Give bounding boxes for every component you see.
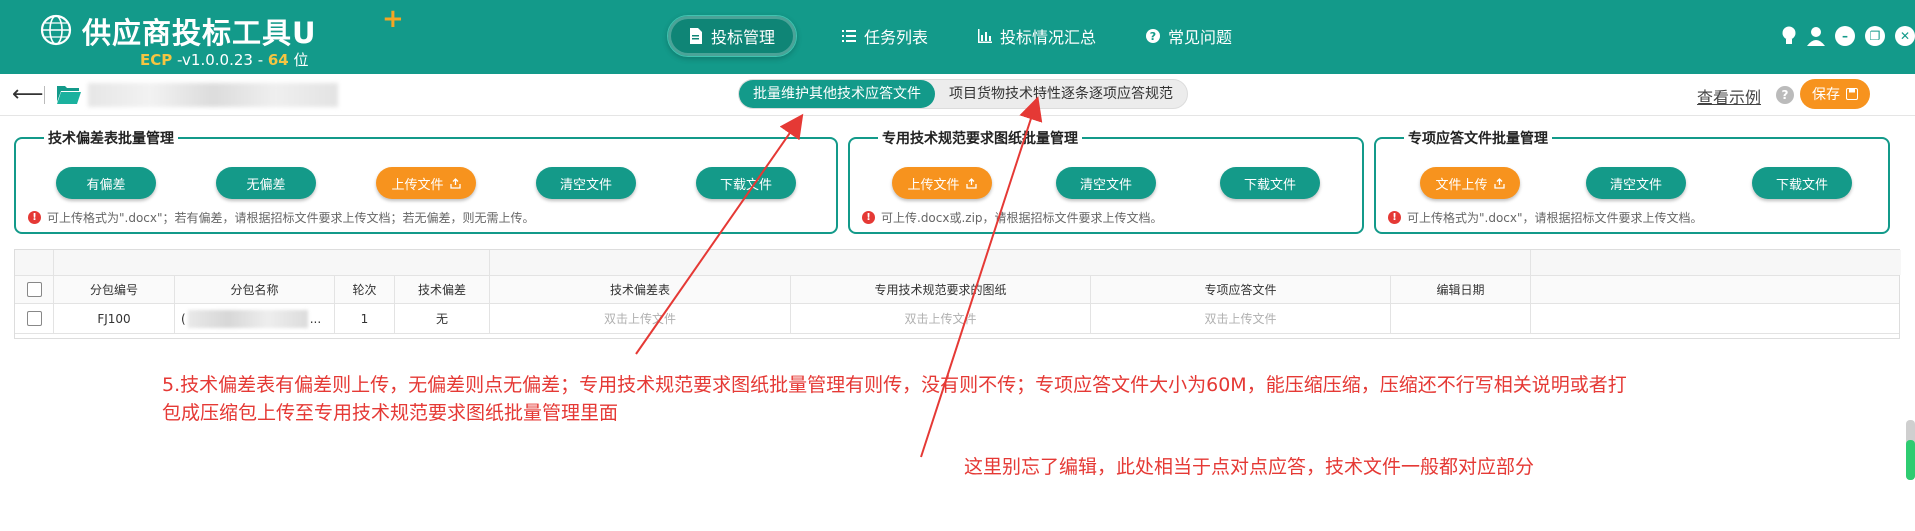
special-response-group: 专项应答文件批量管理 文件上传 清空文件 下载文件 ! 可上传格式为".docx"… <box>1374 128 1890 234</box>
upload-icon <box>965 177 977 189</box>
cell-edit-date <box>1391 304 1531 333</box>
select-all-cell[interactable] <box>15 276 54 303</box>
error-icon: ! <box>28 211 41 224</box>
table-row[interactable]: FJ100 (... 1 无 双击上传文件 双击上传文件 双击上传文件 <box>15 304 1899 334</box>
cell-deviation[interactable]: 无 <box>395 304 490 333</box>
save-button[interactable]: 保存 <box>1800 79 1870 109</box>
main-nav: 投标管理 任务列表 投标情况汇总 ? 常见问题 <box>0 15 1915 57</box>
error-icon: ! <box>1388 211 1401 224</box>
lightbulb-icon[interactable] <box>1781 26 1797 46</box>
folder-open-icon <box>57 86 81 104</box>
cell-special-upload[interactable]: 双击上传文件 <box>1091 304 1391 333</box>
row-select-cell[interactable] <box>15 304 54 333</box>
error-icon: ! <box>862 211 875 224</box>
deviation-table-group: 技术偏差表批量管理 有偏差 无偏差 上传文件 清空文件 下载文件 ! 可上传格式为… <box>14 128 838 234</box>
window-controls: – ❐ ✕ <box>1781 26 1915 46</box>
cell-package-name: (... <box>175 304 335 333</box>
format-hint: ! 可上传.docx或.zip，请根据招标文件要求上传文档。 <box>862 209 1163 226</box>
nav-task-list[interactable]: 任务列表 <box>842 15 928 57</box>
cell-empty <box>1531 304 1901 333</box>
mode-tabs: 批量维护其他技术应答文件 项目货物技术特性逐条逐项应答规范 <box>738 79 1188 109</box>
document-icon <box>689 28 702 44</box>
restore-icon[interactable]: ❐ <box>1865 26 1885 46</box>
row-checkbox[interactable] <box>26 311 42 326</box>
save-icon <box>1846 88 1858 100</box>
nav-bid-management[interactable]: 投标管理 <box>667 15 797 57</box>
header-edit-date: 编辑日期 <box>1391 276 1531 303</box>
header-special-response: 专项应答文件 <box>1091 276 1391 303</box>
header-deviation-table: 技术偏差表 <box>490 276 791 303</box>
divider <box>44 86 45 104</box>
back-arrow-icon[interactable]: ⟵ <box>12 82 44 107</box>
help-icon[interactable]: ? <box>1776 86 1794 104</box>
package-name-redacted <box>187 309 308 328</box>
header-spacer <box>54 250 490 275</box>
clear-files-button[interactable]: 清空文件 <box>1056 167 1156 199</box>
format-hint: ! 可上传格式为".docx"；若有偏差，请根据招标文件要求上传文档；若无偏差，则… <box>28 209 535 226</box>
upload-file-button[interactable]: 上传文件 <box>892 167 992 199</box>
header-round: 轮次 <box>335 276 395 303</box>
nav-bid-summary[interactable]: 投标情况汇总 <box>978 15 1096 57</box>
upload-icon <box>449 177 461 189</box>
tab-batch-other-files[interactable]: 批量维护其他技术应答文件 <box>739 80 935 108</box>
header-deviation: 技术偏差 <box>395 276 490 303</box>
select-all-checkbox[interactable] <box>26 282 42 297</box>
package-table: 分包编号 分包名称 轮次 技术偏差 技术偏差表 专用技术规范要求的图纸 专项应答… <box>14 249 1901 339</box>
annotation-text-2: 这里别忘了编辑，此处相当于点对点应答，技术文件一般都对应部分 <box>964 456 1535 478</box>
header-drawing: 专用技术规范要求的图纸 <box>791 276 1091 303</box>
scrollbar-indicator <box>1906 440 1915 480</box>
nav-faq[interactable]: ? 常见问题 <box>1146 15 1232 57</box>
header-spacer <box>490 250 1531 275</box>
top-header: 供应商投标工具U + ECP -v1.0.0.23 - 64 位 投标管理 任务列… <box>0 0 1915 74</box>
header-package-name: 分包名称 <box>175 276 335 303</box>
user-icon[interactable] <box>1807 26 1825 46</box>
list-icon <box>842 30 856 42</box>
format-hint: ! 可上传格式为".docx"，请根据招标文件要求上传文档。 <box>1388 209 1703 226</box>
group-title: 技术偏差表批量管理 <box>44 128 178 148</box>
download-file-button[interactable]: 下载文件 <box>1752 167 1852 199</box>
view-example-link[interactable]: 查看示例 <box>1697 84 1761 108</box>
upload-file-button[interactable]: 上传文件 <box>376 167 476 199</box>
clear-files-button[interactable]: 清空文件 <box>1586 167 1686 199</box>
tab-item-by-item-response[interactable]: 项目货物技术特性逐条逐项应答规范 <box>935 80 1187 108</box>
svg-text:?: ? <box>1150 30 1156 43</box>
download-file-button[interactable]: 下载文件 <box>696 167 796 199</box>
cell-drawing-upload[interactable]: 双击上传文件 <box>791 304 1091 333</box>
header-package-code: 分包编号 <box>54 276 175 303</box>
file-upload-button[interactable]: 文件上传 <box>1420 167 1520 199</box>
has-deviation-button[interactable]: 有偏差 <box>56 167 156 199</box>
no-deviation-button[interactable]: 无偏差 <box>216 167 316 199</box>
annotation-text-1: 5.技术偏差表有偏差则上传，无偏差则点无偏差；专用技术规范要求图纸批量管理有则传… <box>162 374 1627 424</box>
header-empty <box>1531 276 1901 303</box>
group-title: 专用技术规范要求图纸批量管理 <box>878 128 1082 148</box>
minimize-icon[interactable]: – <box>1835 26 1855 46</box>
close-icon[interactable]: ✕ <box>1895 26 1915 46</box>
project-name-redacted <box>88 83 338 107</box>
question-icon: ? <box>1146 29 1160 43</box>
clear-files-button[interactable]: 清空文件 <box>536 167 636 199</box>
header-spacer <box>15 250 54 275</box>
cell-round: 1 <box>335 304 395 333</box>
group-title: 专项应答文件批量管理 <box>1404 128 1552 148</box>
table-header-row: 分包编号 分包名称 轮次 技术偏差 技术偏差表 专用技术规范要求的图纸 专项应答… <box>15 275 1899 304</box>
header-spacer <box>1531 250 1901 275</box>
drawing-spec-group: 专用技术规范要求图纸批量管理 上传文件 清空文件 下载文件 ! 可上传.docx或… <box>848 128 1364 234</box>
download-file-button[interactable]: 下载文件 <box>1220 167 1320 199</box>
cell-package-code: FJ100 <box>54 304 175 333</box>
bar-chart-icon <box>978 29 992 43</box>
cell-deviation-upload[interactable]: 双击上传文件 <box>490 304 791 333</box>
upload-icon <box>1493 177 1505 189</box>
